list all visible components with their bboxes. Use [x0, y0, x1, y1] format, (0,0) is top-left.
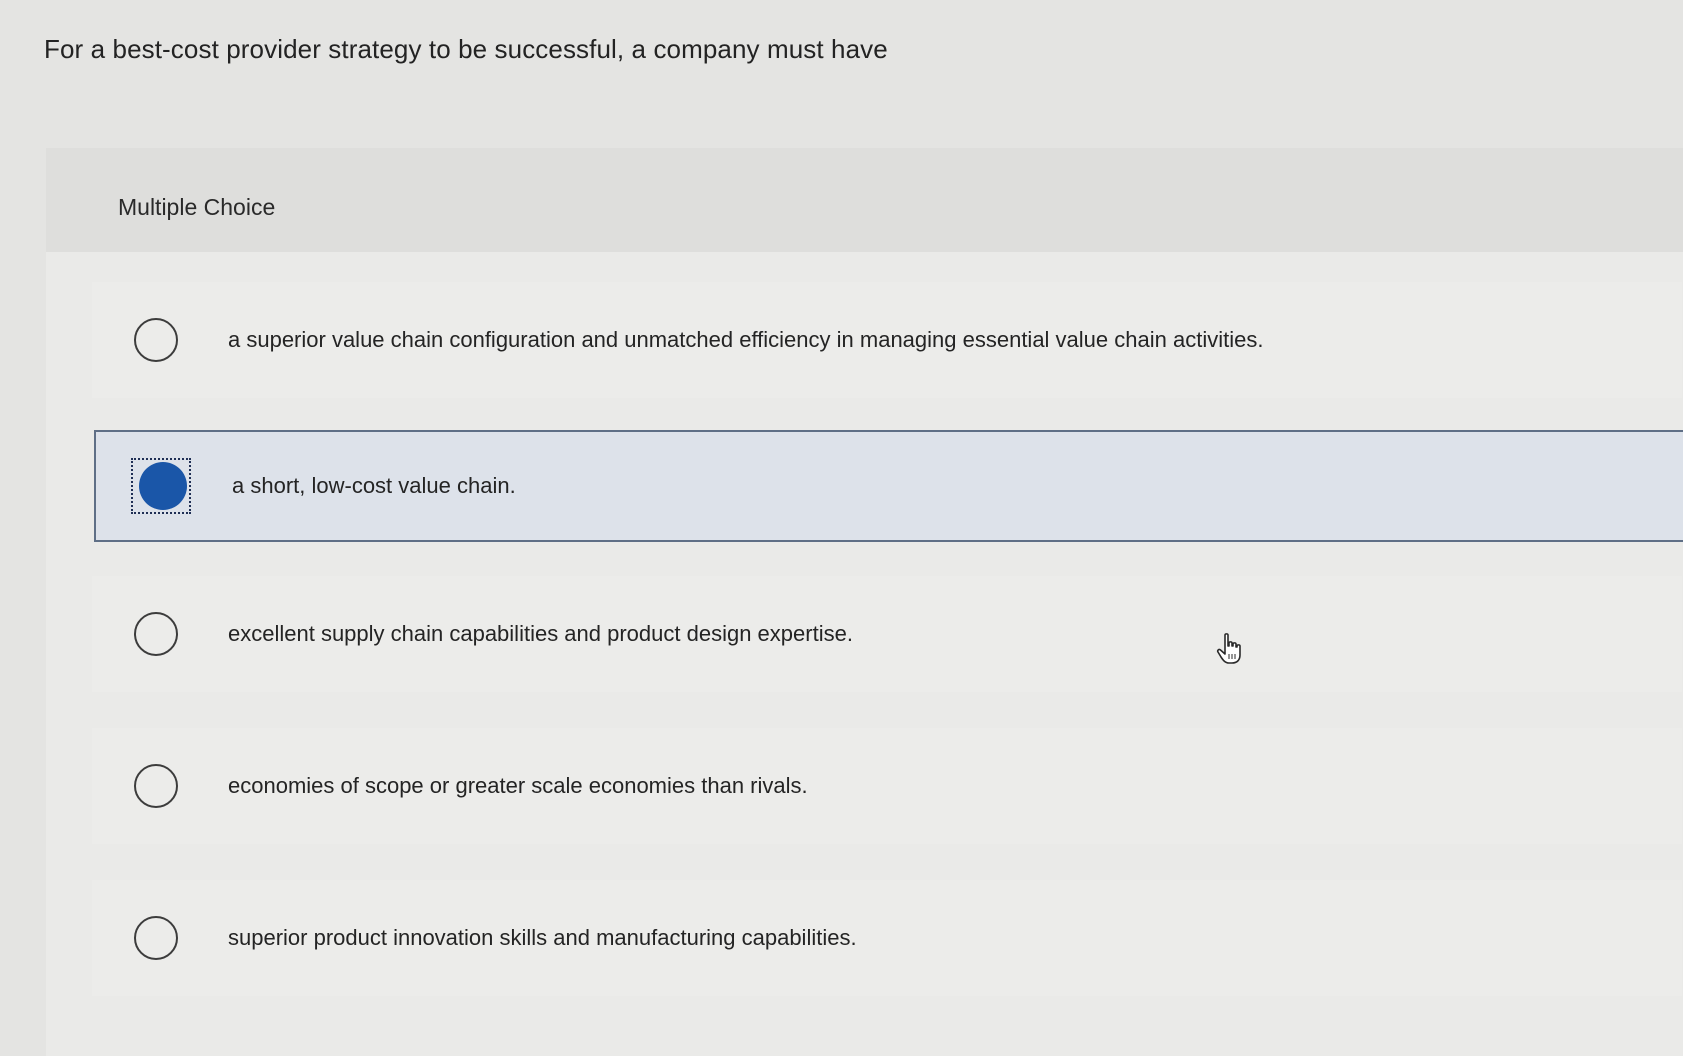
radio-button-a[interactable]: [134, 318, 178, 362]
multiple-choice-header: Multiple Choice: [46, 148, 1683, 252]
hand-pointer-icon: [1216, 633, 1241, 664]
option-label-d[interactable]: economies of scope or greater scale econ…: [228, 773, 808, 799]
option-label-e[interactable]: superior product innovation skills and m…: [228, 925, 857, 951]
option-d[interactable]: economies of scope or greater scale econ…: [92, 728, 1682, 844]
option-b[interactable]: a short, low-cost value chain.: [94, 430, 1683, 542]
option-label-a[interactable]: a superior value chain configuration and…: [228, 327, 1263, 353]
option-label-c[interactable]: excellent supply chain capabilities and …: [228, 621, 853, 647]
option-label-b[interactable]: a short, low-cost value chain.: [232, 473, 516, 499]
multiple-choice-title: Multiple Choice: [118, 194, 276, 220]
multiple-choice-panel: Multiple Choice a superior value chain c…: [46, 148, 1683, 1056]
option-a[interactable]: a superior value chain configuration and…: [92, 282, 1682, 398]
question-text: For a best-cost provider strategy to be …: [44, 34, 888, 64]
radio-button-e[interactable]: [134, 916, 178, 960]
radio-button-c[interactable]: [134, 612, 178, 656]
radio-button-d[interactable]: [134, 764, 178, 808]
option-e[interactable]: superior product innovation skills and m…: [92, 880, 1682, 996]
option-c[interactable]: excellent supply chain capabilities and …: [92, 576, 1682, 692]
radio-button-b-selected[interactable]: [139, 462, 187, 510]
